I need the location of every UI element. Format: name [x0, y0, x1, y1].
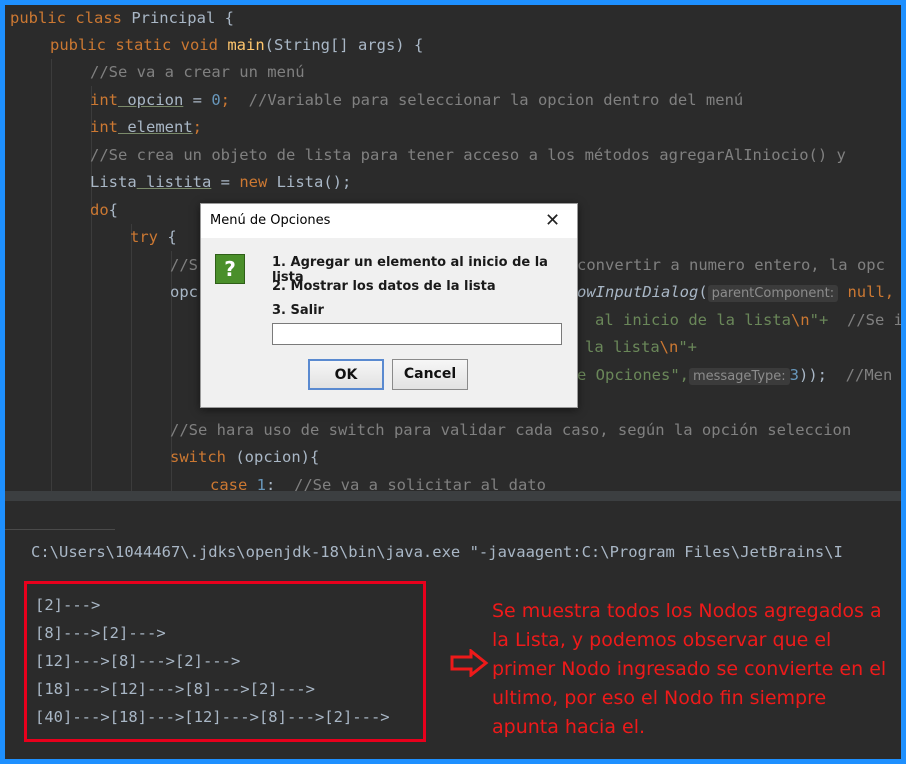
comment: //Se hara uso de switch para validar cad…	[170, 421, 852, 439]
string: "+	[809, 311, 847, 329]
code-line-6: //Se crea un objeto de lista para tener …	[90, 142, 846, 169]
keyword: null,	[838, 283, 895, 301]
code-line-9: try {	[130, 224, 177, 251]
code-text: (	[698, 283, 708, 301]
code-line-17: switch (opcion){	[170, 444, 319, 471]
parameter-hint: messageType:	[688, 368, 790, 385]
output-line: [40]--->[18]--->[12]--->[8]--->[2]--->	[35, 708, 390, 726]
comment: //Variable para seleccionar la opcion de…	[248, 91, 744, 109]
parameter-hint: parentComponent:	[707, 285, 839, 302]
run-console[interactable]: C:\Users\1044467\.jdks\openjdk-18\bin\ja…	[5, 501, 901, 759]
variable: element	[118, 118, 193, 136]
string: e Opciones",	[577, 366, 689, 384]
code-text: {	[158, 228, 177, 246]
code-line-10a: //S	[170, 252, 198, 279]
keyword: switch	[170, 448, 226, 466]
code-line-11b: owInputDialog(parentComponent: null,	[577, 279, 894, 306]
output-line: [18]--->[12]--->[8]--->[2]--->	[35, 680, 315, 698]
dialog-titlebar[interactable]: Menú de Opciones ✕	[201, 204, 577, 238]
escape-sequence: \n	[790, 311, 810, 329]
ok-button[interactable]: OK	[308, 359, 384, 390]
code-line-11a: opc	[170, 279, 198, 306]
keyword: int	[90, 118, 118, 136]
question-icon: ?	[215, 254, 245, 284]
string: la lista	[585, 338, 660, 356]
indent-guide	[51, 59, 52, 497]
annotation-note: Se muestra todos los Nodos agregados a l…	[492, 600, 887, 738]
code-line-2: public static void main(String[] args) {	[50, 32, 423, 59]
code-line-5: int element;	[90, 114, 202, 141]
code-text: ;	[192, 118, 202, 136]
keyword: int	[90, 91, 118, 109]
output-line: [12]--->[8]--->[2]--->	[35, 652, 241, 670]
keyword: public static void	[50, 36, 218, 54]
method-name: main	[227, 36, 265, 54]
code-line-3: //Se va a crear un menú	[90, 59, 305, 86]
comment: //Se va a crear un menú	[90, 63, 305, 81]
code-text: =	[211, 173, 240, 191]
comment: //S	[170, 256, 198, 274]
dialog-title: Menú de Opciones	[210, 213, 331, 228]
string: al inicio de la lista	[595, 311, 791, 329]
screenshot-frame: public class Principal { public static v…	[0, 0, 906, 764]
variable: listita	[136, 173, 212, 191]
run-command-line: C:\Users\1044467\.jdks\openjdk-18\bin\ja…	[31, 543, 843, 561]
run-tab-underline	[5, 529, 115, 530]
menu-option-2: 2. Mostrar los datos de la lista	[272, 279, 496, 294]
keyword: do	[90, 201, 109, 219]
input-dialog[interactable]: Menú de Opciones ✕ ? 1. Agregar un eleme…	[200, 203, 578, 408]
class-name: Principal {	[121, 9, 234, 27]
comment: //Se crea un objeto de lista para tener …	[90, 146, 846, 164]
code-line-12: al inicio de la lista\n"+ //Se i	[595, 307, 901, 334]
variable: opcion	[118, 91, 184, 109]
highlighted-output-box: [2]---> [8]--->[2]---> [12]--->[8]--->[2…	[24, 581, 426, 742]
code-line-1: public class Principal {	[10, 5, 234, 32]
code-line-7: Lista listita = new Lista();	[90, 169, 351, 196]
code-text: {	[108, 201, 119, 219]
code-line-10b: convertir a numero entero, la opc	[577, 252, 885, 279]
number: 3	[789, 366, 799, 384]
option-input[interactable]	[272, 323, 562, 345]
code-line-4: int opcion = 0; //Variable para seleccio…	[90, 87, 743, 114]
editor-horizontal-scrollbar[interactable]	[5, 491, 901, 501]
keyword: new	[239, 173, 268, 191]
cancel-button[interactable]: Cancel	[392, 359, 468, 390]
code-line-16: //Se hara uso de switch para validar cad…	[170, 417, 851, 444]
keyword: try	[130, 228, 158, 246]
code-text: (String[] args) {	[264, 36, 424, 54]
code-text: (opcion){	[226, 448, 320, 466]
number: 0	[211, 91, 221, 109]
comment: //Se i	[846, 311, 901, 329]
string: "+	[678, 338, 697, 356]
output-line: [2]--->	[35, 596, 101, 614]
code-text: =	[183, 91, 212, 109]
code-line-14: e Opciones", messageType: 3)); //Men	[577, 362, 892, 389]
code-text: ;	[220, 91, 249, 109]
code-line-13: la lista\n"+	[585, 334, 697, 361]
type-name: Lista	[90, 173, 137, 191]
method-name: owInputDialog	[577, 283, 699, 301]
close-icon[interactable]: ✕	[545, 210, 560, 231]
code-line-8: do{	[90, 197, 118, 224]
output-line: [8]--->[2]--->	[35, 624, 166, 642]
comment: convertir a numero entero, la opc	[577, 256, 885, 274]
menu-option-3: 3. Salir	[272, 303, 324, 318]
comment: //Men	[845, 366, 893, 384]
arrow-right-icon	[450, 649, 489, 677]
keyword: public class	[10, 9, 122, 27]
escape-sequence: \n	[659, 338, 679, 356]
indent-guide	[131, 224, 132, 497]
code-text: Lista();	[267, 173, 352, 191]
code-text: opc	[170, 283, 198, 301]
code-text: ));	[799, 366, 846, 384]
